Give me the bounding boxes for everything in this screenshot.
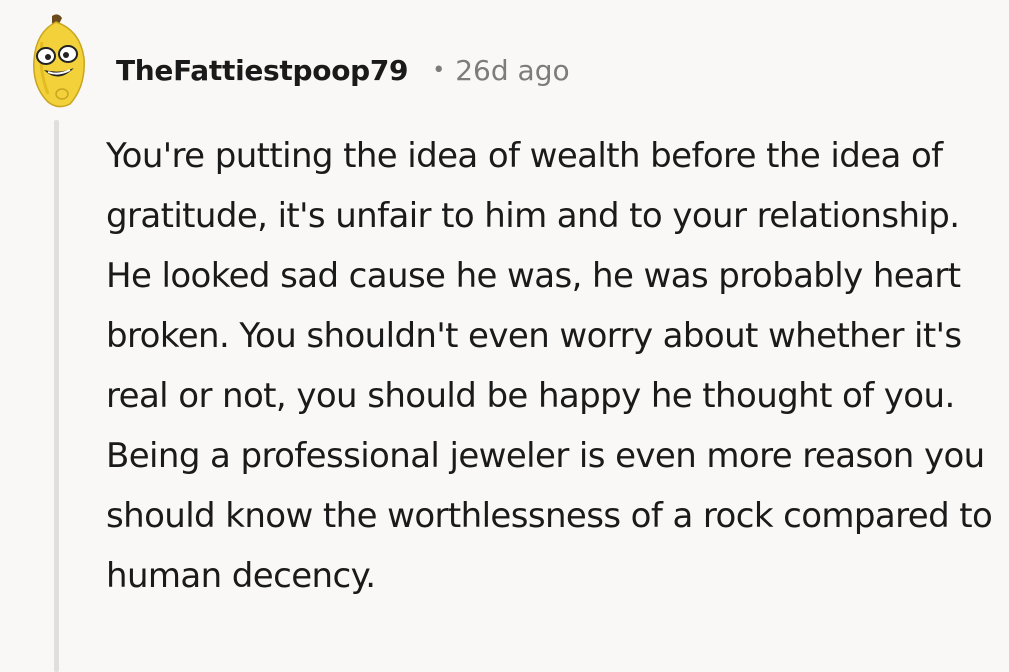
comment-timestamp[interactable]: 26d ago — [455, 54, 569, 87]
thread-line[interactable] — [54, 120, 59, 672]
comment-meta: TheFattiestpoop79 • 26d ago — [116, 50, 570, 90]
user-avatar[interactable] — [22, 12, 94, 108]
meta-separator: • — [432, 57, 446, 83]
comment-body: You're putting the idea of wealth before… — [106, 136, 993, 596]
username-link[interactable]: TheFattiestpoop79 — [116, 54, 409, 87]
comment: TheFattiestpoop79 • 26d ago You're putti… — [0, 0, 1009, 672]
banana-avatar-icon — [33, 14, 85, 108]
